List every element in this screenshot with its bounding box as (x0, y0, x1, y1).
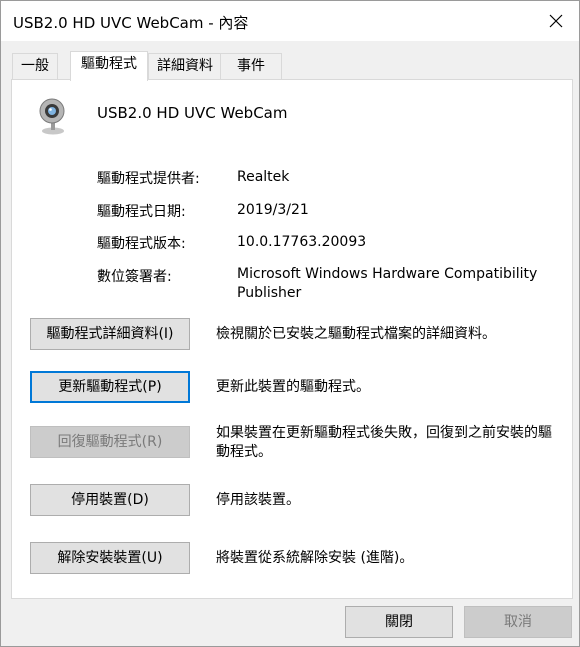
update-driver-description: 更新此裝置的驅動程式。 (216, 379, 370, 395)
tab-label: 事件 (237, 58, 265, 74)
close-button[interactable]: 關閉 (345, 606, 453, 638)
version-value: 10.0.17763.20093 (237, 234, 367, 250)
tab-events[interactable]: 事件 (220, 53, 282, 80)
tab-label: 驅動程式 (81, 56, 137, 72)
disable-device-description: 停用該裝置。 (216, 492, 300, 508)
window-title: USB2.0 HD UVC WebCam - 內容 (13, 14, 249, 32)
device-name: USB2.0 HD UVC WebCam (97, 104, 288, 122)
rollback-driver-description: 如果裝置在更新驅動程式後失敗，回復到之前安裝的驅動程式。 (216, 425, 552, 460)
uninstall-device-button[interactable]: 解除安裝裝置(U) (30, 542, 190, 574)
tab-details[interactable]: 詳細資料 (148, 53, 222, 80)
title-bar[interactable]: USB2.0 HD UVC WebCam - 內容 (1, 1, 579, 41)
provider-value: Realtek (237, 169, 290, 185)
cancel-button[interactable]: 取消 (464, 606, 572, 638)
version-label: 驅動程式版本: (97, 236, 186, 252)
date-value: 2019/3/21 (237, 202, 309, 218)
driver-details-description: 檢視關於已安裝之驅動程式檔案的詳細資料。 (216, 326, 496, 342)
update-driver-button[interactable]: 更新驅動程式(P) (30, 371, 190, 403)
close-window-button[interactable] (533, 1, 579, 41)
disable-device-button[interactable]: 停用裝置(D) (30, 484, 190, 516)
webcam-icon (39, 98, 65, 135)
rollback-driver-button[interactable]: 回復驅動程式(R) (30, 426, 190, 458)
close-icon (549, 14, 563, 28)
tab-label: 詳細資料 (157, 58, 213, 74)
signer-label: 數位簽署者: (97, 269, 172, 285)
signer-value: Microsoft Windows Hardware Compatibility… (237, 266, 538, 301)
uninstall-device-description: 將裝置從系統解除安裝 (進階)。 (216, 550, 414, 566)
tab-general[interactable]: 一般 (12, 53, 58, 80)
tab-driver[interactable]: 驅動程式 (70, 51, 148, 81)
driver-details-button[interactable]: 驅動程式詳細資料(I) (30, 318, 190, 350)
properties-dialog: USB2.0 HD UVC WebCam - 內容 一般 驅動程式 詳細資料 事… (0, 0, 580, 647)
driver-panel: USB2.0 HD UVC WebCam 驅動程式提供者: Realtek 驅動… (11, 79, 573, 599)
date-label: 驅動程式日期: (97, 204, 186, 220)
provider-label: 驅動程式提供者: (97, 171, 200, 187)
tab-label: 一般 (21, 58, 49, 74)
